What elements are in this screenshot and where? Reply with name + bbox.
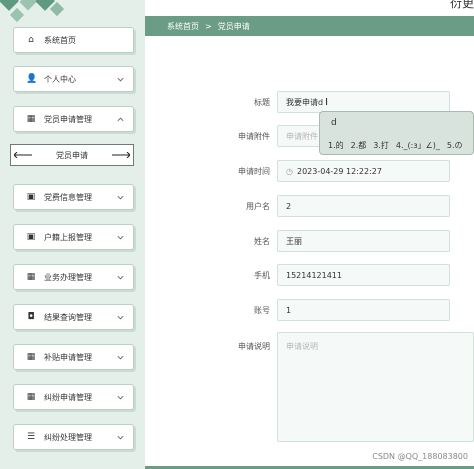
clipboard-icon: ▣ (26, 192, 36, 202)
decorative-pattern (0, 0, 65, 23)
chevron-down-icon (117, 435, 124, 440)
clipboard-icon: ▣ (26, 232, 36, 242)
ime-candidate[interactable]: 3.打 (373, 140, 389, 151)
ime-candidate[interactable]: 2.都 (351, 140, 367, 151)
sidebar-item-label: 个人中心 (44, 74, 76, 84)
chevron-down-icon (117, 195, 124, 200)
sidebar-item-dispute-apply[interactable]: ▦ 纠纷申请管理 (13, 384, 134, 410)
account-value: 1 (286, 305, 292, 315)
grid-icon: ▦ (26, 114, 36, 124)
ime-candidate-window: d 1.的 2.都 3.打 4._(:з」∠)_ 5.の (319, 111, 474, 155)
ime-candidate-list: 1.的 2.都 3.打 4._(:з」∠)_ 5.の (328, 140, 463, 151)
ime-candidate[interactable]: 5.の (447, 140, 463, 151)
sidebar-item-home[interactable]: ⌂ 系统首页 (13, 27, 134, 53)
breadcrumb-home[interactable]: 系统首页 (167, 21, 199, 32)
chevron-up-icon (117, 117, 124, 122)
username-value: 2 (286, 201, 292, 211)
name-field[interactable]: 王丽 (277, 230, 450, 252)
phone-value: 15214121411 (286, 270, 342, 280)
sidebar-item-party-application[interactable]: ▦ 党员申请管理 (13, 106, 134, 132)
ime-candidate[interactable]: 1.的 (328, 140, 344, 151)
sidebar-item-household[interactable]: ▣ 户籍上报管理 (13, 224, 134, 250)
sidebar-item-label: 党费信息管理 (44, 192, 92, 202)
grid-icon: ▦ (26, 392, 36, 402)
title-label: 标题 (254, 98, 270, 107)
sidebar-item-label: 结果查询管理 (44, 312, 92, 322)
breadcrumb: 系统首页 > 党员申请 (145, 16, 474, 36)
sidebar-item-personal-center[interactable]: 👤 个人中心 (13, 66, 134, 92)
name-label: 姓名 (254, 237, 270, 246)
time-label: 申请时间 (238, 167, 270, 176)
sidebar-item-label: 系统首页 (44, 35, 76, 45)
ime-composition: d (331, 118, 337, 128)
clock-icon: ◷ (286, 166, 293, 176)
account-field[interactable]: 1 (277, 299, 450, 321)
resize-handle-left-icon[interactable] (14, 152, 32, 158)
grid-icon: ▦ (26, 272, 36, 282)
description-textarea[interactable]: 申请说明 (277, 332, 474, 442)
home-icon: ⌂ (28, 35, 34, 45)
chevron-down-icon (117, 235, 124, 240)
resize-handle-right-icon[interactable] (112, 152, 130, 158)
text-cursor-icon: I (325, 96, 329, 108)
sidebar-item-dispute-handle[interactable]: ☰ 纠纷处理管理 (13, 424, 134, 450)
account-label: 账号 (254, 306, 270, 315)
username-field[interactable]: 2 (277, 195, 450, 217)
chevron-down-icon (117, 315, 124, 320)
sidebar-item-label: 业务办理管理 (44, 272, 92, 282)
sidebar-item-result-query[interactable]: ◘ 结果查询管理 (13, 304, 134, 330)
phone-label: 手机 (254, 271, 270, 280)
time-value: 2023-04-29 12:22:27 (296, 166, 382, 176)
user-icon: 👤 (26, 74, 38, 84)
grid-icon: ▦ (26, 352, 36, 362)
chevron-down-icon (117, 275, 124, 280)
attachment-placeholder: 申请附件 (286, 131, 318, 141)
breadcrumb-current: 党员申请 (217, 21, 250, 31)
watermark: CSDN @QQ_188083800 (372, 452, 468, 461)
title-field[interactable]: 我要申请d I (277, 91, 450, 113)
chevron-down-icon (117, 77, 124, 82)
breadcrumb-separator: > (205, 21, 212, 31)
sidebar-subitem-party-apply[interactable]: 党员申请 (10, 144, 134, 166)
description-label: 申请说明 (238, 342, 270, 351)
list-icon: ☰ (26, 432, 36, 442)
sidebar-item-business[interactable]: ▦ 业务办理管理 (13, 264, 134, 290)
chevron-down-icon (117, 395, 124, 400)
name-value: 王丽 (286, 236, 302, 246)
sidebar-item-label: 纠纷处理管理 (44, 432, 92, 442)
username-label: 用户名 (246, 202, 270, 211)
sidebar-subitem-label: 党员申请 (56, 150, 88, 160)
phone-field[interactable]: 15214121411 (277, 264, 450, 286)
page-header-title: 衍更 (449, 0, 474, 10)
attachment-label: 申请附件 (238, 132, 270, 141)
sidebar-item-subsidy[interactable]: ▦ 补贴申请管理 (13, 344, 134, 370)
chevron-down-icon (117, 355, 124, 360)
ticket-icon: ◘ (27, 312, 35, 322)
sidebar: ⌂ 系统首页 👤 个人中心 ▦ 党员申请管理 党员申请 ▣ 党费信息管理 ▣ 户… (0, 0, 145, 469)
sidebar-item-label: 户籍上报管理 (44, 232, 92, 242)
sidebar-item-party-fee[interactable]: ▣ 党费信息管理 (13, 184, 134, 210)
sidebar-item-label: 纠纷申请管理 (44, 392, 92, 402)
time-field[interactable]: ◷ 2023-04-29 12:22:27 (277, 160, 450, 182)
sidebar-item-label: 补贴申请管理 (44, 352, 92, 362)
sidebar-item-label: 党员申请管理 (44, 114, 92, 124)
title-value: 我要申请d (286, 97, 324, 107)
description-placeholder: 申请说明 (286, 342, 318, 351)
ime-candidate[interactable]: 4._(:з」∠)_ (396, 140, 440, 151)
